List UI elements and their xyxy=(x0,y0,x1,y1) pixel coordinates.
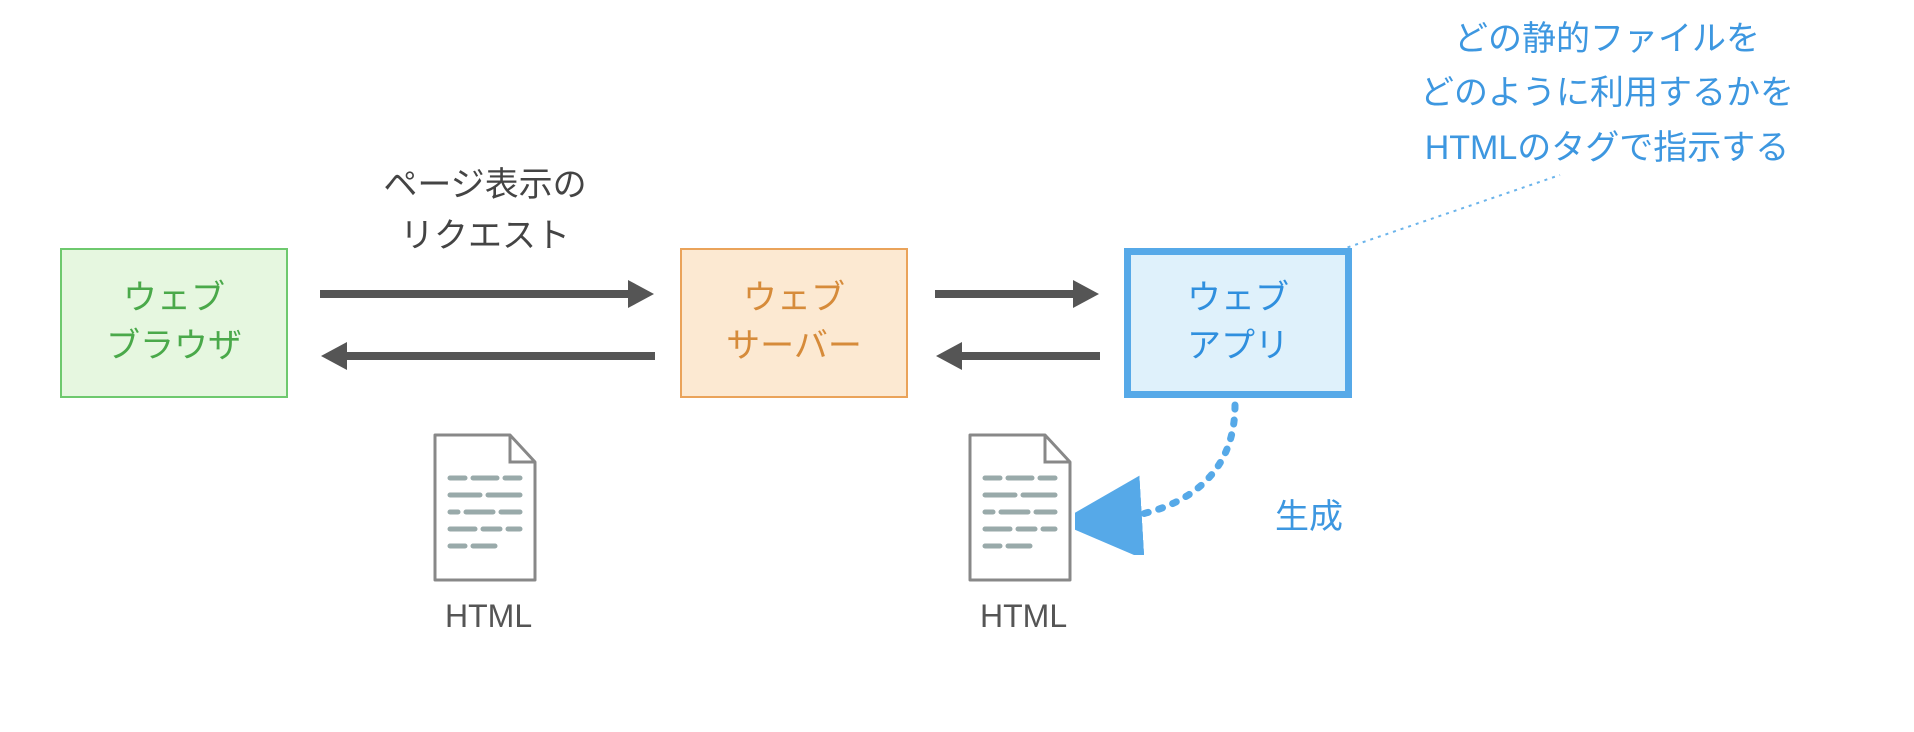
node-browser: ウェブ ブラウザ xyxy=(60,248,288,398)
arrow-browser-to-server xyxy=(320,290,630,298)
node-server: ウェブ サーバー xyxy=(680,248,908,398)
node-server-line2: サーバー xyxy=(726,323,862,371)
node-app-line2: アプリ xyxy=(1187,323,1289,371)
annotation-text: どの静的ファイルを どのように利用するかを HTMLのタグで指示する xyxy=(1420,12,1794,175)
annotation-line2: どのように利用するかを xyxy=(1420,66,1794,120)
request-label-line2: リクエスト xyxy=(370,211,600,262)
node-browser-line2: ブラウザ xyxy=(106,323,242,371)
arrow-app-to-server xyxy=(960,352,1100,360)
node-app: ウェブ アプリ xyxy=(1124,248,1352,398)
generate-label: 生成 xyxy=(1275,490,1343,544)
document-icon-right xyxy=(960,430,1080,585)
request-label: ページ表示の リクエスト xyxy=(370,160,600,262)
document-icon-left xyxy=(425,430,545,585)
document-label-right: HTML xyxy=(980,598,1067,635)
annotation-line3: HTMLのタグで指示する xyxy=(1420,121,1794,175)
request-label-line1: ページ表示の xyxy=(370,160,600,211)
node-app-line1: ウェブ xyxy=(1187,275,1289,323)
document-label-left: HTML xyxy=(445,598,532,635)
arrow-server-to-browser xyxy=(345,352,655,360)
node-browser-line1: ウェブ xyxy=(123,275,225,323)
annotation-line1: どの静的ファイルを xyxy=(1420,12,1794,66)
node-server-line1: ウェブ xyxy=(743,275,845,323)
arrow-server-to-app xyxy=(935,290,1075,298)
annotation-leader-line xyxy=(1330,170,1590,270)
generate-arrow xyxy=(1075,395,1295,555)
